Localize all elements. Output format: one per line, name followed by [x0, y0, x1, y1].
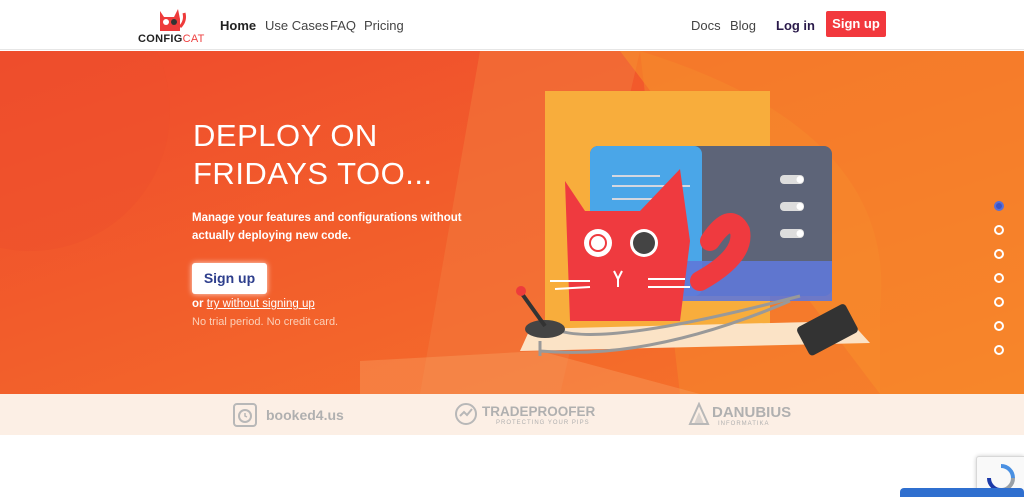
slide-dot-1[interactable]	[994, 201, 1004, 211]
hero-illustration	[516, 91, 870, 356]
hero-section: DEPLOY ON FRIDAYS TOO... Manage your fea…	[0, 51, 1024, 394]
hero-title: DEPLOY ON FRIDAYS TOO...	[193, 118, 433, 191]
nav-pricing[interactable]: Pricing	[364, 18, 404, 33]
chat-widget-tab[interactable]	[900, 488, 1024, 497]
client-booked4us: booked4.us	[232, 402, 344, 428]
client-name: DANUBIUS	[712, 404, 792, 421]
calendar-icon	[233, 403, 257, 427]
top-navigation-bar: CONFIGCAT Home Use Cases FAQ Pricing Doc…	[0, 0, 1024, 50]
slide-dot-2[interactable]	[994, 225, 1004, 235]
chart-shield-icon	[455, 403, 477, 425]
client-name: booked4.us	[266, 407, 344, 423]
client-tagline: INFORMATIKA	[718, 421, 770, 427]
nav-docs[interactable]: Docs	[691, 18, 721, 33]
slide-dot-4[interactable]	[994, 273, 1004, 283]
client-tradeproofer: TRADEPROOFER PROTECTING YOUR PIPS	[454, 402, 596, 428]
slide-dot-5[interactable]	[994, 297, 1004, 307]
logo-wordmark: CONFIGCAT	[138, 33, 205, 45]
nav-faq[interactable]: FAQ	[330, 18, 356, 33]
client-name: TRADEPROOFER	[482, 404, 596, 419]
hero-signup-button[interactable]: Sign up	[192, 263, 267, 294]
client-logos-strip: booked4.us TRADEPROOFER PROTECTING YOUR …	[0, 394, 1024, 435]
or-label: or	[192, 298, 204, 310]
nav-use-cases[interactable]: Use Cases	[265, 18, 329, 33]
try-without-signup-row: or try without signing up	[192, 298, 315, 310]
nav-blog[interactable]: Blog	[730, 18, 756, 33]
slide-dot-7[interactable]	[994, 345, 1004, 355]
configcat-logo[interactable]: CONFIGCAT	[138, 7, 208, 45]
page: CONFIGCAT Home Use Cases FAQ Pricing Doc…	[0, 0, 1024, 497]
trial-note: No trial period. No credit card.	[192, 316, 339, 328]
cat-logo-icon	[160, 9, 186, 31]
slide-dot-6[interactable]	[994, 321, 1004, 331]
hero-subtitle: Manage your features and configurations …	[192, 212, 462, 242]
client-tagline: PROTECTING YOUR PIPS	[496, 420, 590, 426]
nav-home[interactable]: Home	[220, 18, 256, 33]
mountain-icon	[688, 402, 710, 425]
try-without-signup-link[interactable]: try without signing up	[207, 298, 315, 310]
slide-dot-3[interactable]	[994, 249, 1004, 259]
login-link[interactable]: Log in	[776, 18, 815, 33]
header-signup-button[interactable]: Sign up	[826, 11, 886, 37]
client-danubius: DANUBIUS INFORMATIKA	[688, 402, 808, 428]
